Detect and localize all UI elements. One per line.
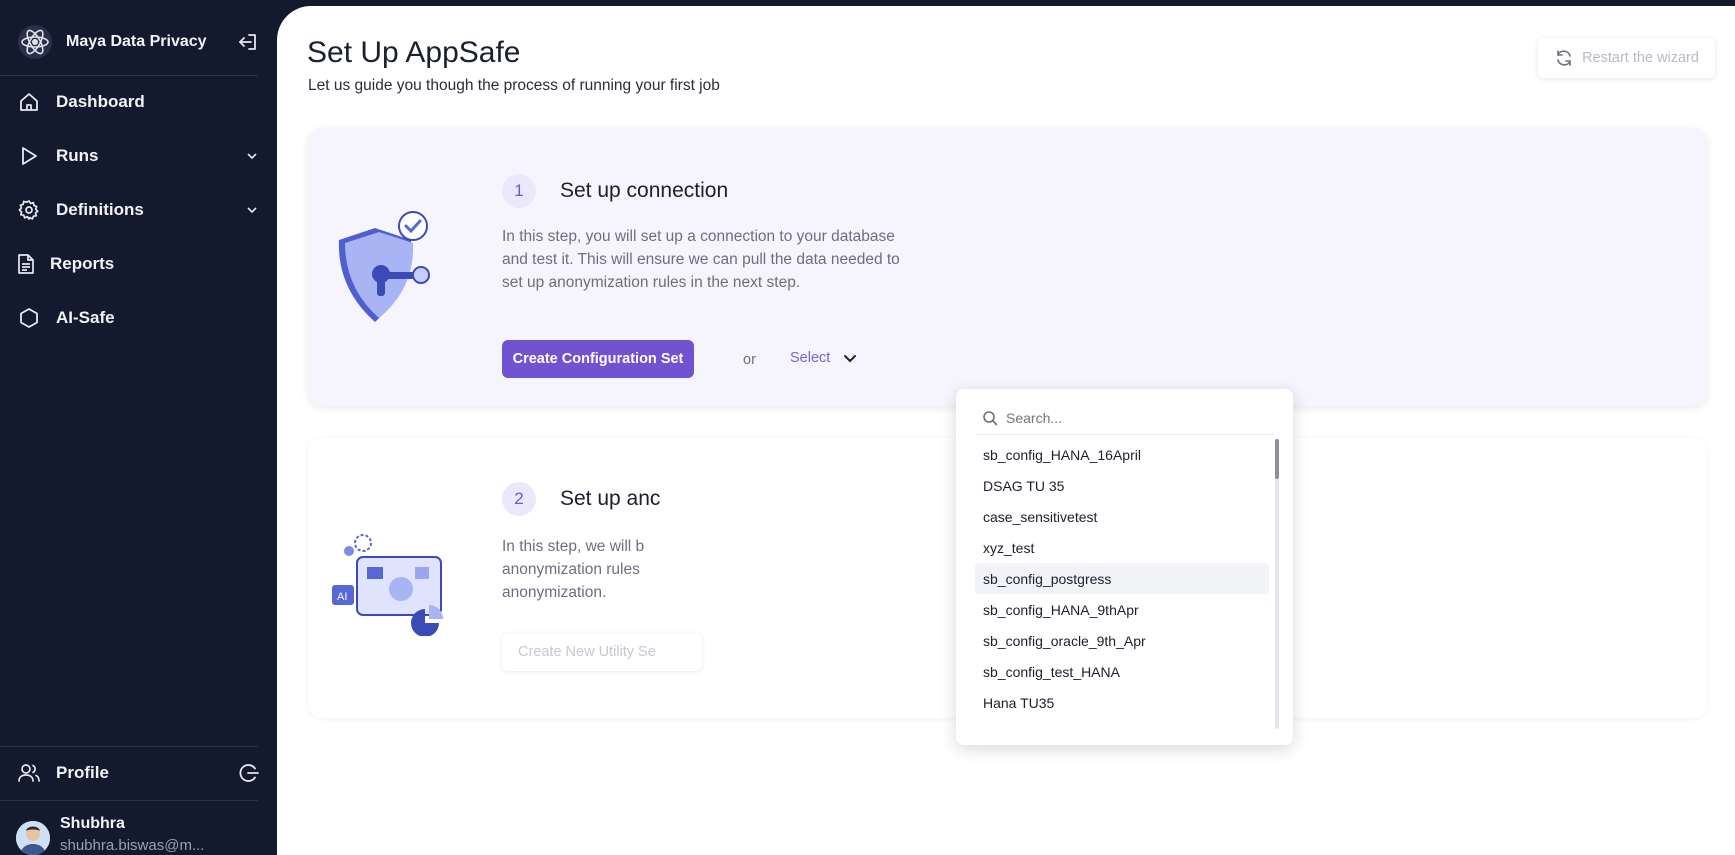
create-configuration-set-button[interactable]: Create Configuration Set	[502, 340, 694, 378]
avatar	[16, 821, 50, 855]
sidebar-item-dashboard[interactable]: Dashboard	[16, 82, 261, 122]
users-icon	[16, 760, 42, 786]
sidebar-divider	[0, 75, 258, 76]
sidebar-item-ai-safe[interactable]: AI-Safe	[16, 298, 261, 338]
restart-wizard-label: Restart the wizard	[1582, 50, 1699, 66]
dropdown-option[interactable]: Hana TU35	[975, 687, 1269, 718]
step-title-2: Set up anc	[560, 487, 661, 510]
dropdown-option[interactable]: sb_config_test_HANA	[975, 656, 1269, 687]
dropdown-search-input[interactable]	[1006, 409, 1246, 426]
sidebar-item-definitions[interactable]: Definitions	[16, 190, 261, 230]
sidebar: Maya Data Privacy Dashboard Runs Definit…	[0, 0, 277, 855]
sidebar-item-runs[interactable]: Runs	[16, 136, 261, 176]
dropdown-option[interactable]: sb_config_oracle_9th_Apr	[975, 625, 1269, 656]
search-icon	[983, 410, 998, 425]
sidebar-divider	[0, 746, 258, 747]
dropdown-search	[976, 401, 1274, 435]
ai-dashboard-illustration: AI	[332, 534, 443, 636]
sidebar-item-label: Runs	[56, 146, 99, 165]
chevron-down-icon	[844, 355, 857, 363]
dropdown-option[interactable]: sb_config_HANA_16April	[975, 439, 1269, 470]
sidebar-item-label: Reports	[50, 254, 115, 273]
user-email: shubhra.biswas@m...	[60, 837, 205, 854]
dropdown-options-list: sb_config_HANA_16April DSAG TU 35 case_s…	[975, 439, 1269, 718]
main-content: Set Up AppSafe Let us guide you though t…	[277, 6, 1735, 855]
sidebar-item-label: AI-Safe	[56, 308, 115, 327]
page-subtitle: Let us guide you though the process of r…	[308, 77, 720, 94]
chevron-down-icon[interactable]	[243, 147, 261, 165]
step-number-1: 1	[502, 174, 536, 208]
refresh-icon	[1557, 50, 1571, 66]
gear-icon	[16, 197, 42, 223]
brand: Maya Data Privacy	[16, 22, 261, 62]
collapse-sidebar-icon[interactable]	[235, 29, 261, 55]
configuration-dropdown-menu: sb_config_HANA_16April DSAG TU 35 case_s…	[956, 389, 1293, 745]
logout-icon[interactable]	[237, 761, 261, 785]
create-new-utility-set-button[interactable]: Create New Utility Se	[502, 633, 702, 671]
dropdown-option[interactable]: case_sensitivetest	[975, 501, 1269, 532]
user-name: Shubhra	[60, 815, 125, 832]
step-number-2: 2	[502, 482, 536, 516]
sidebar-item-label: Definitions	[56, 200, 144, 219]
or-separator: or	[743, 352, 756, 368]
page-title: Set Up AppSafe	[307, 36, 521, 69]
home-icon	[16, 89, 42, 115]
sidebar-item-reports[interactable]: Reports	[16, 244, 261, 284]
atom-logo-icon	[18, 25, 52, 59]
dropdown-scrollbar-track[interactable]	[1275, 439, 1279, 729]
step-description-1: In this step, you will set up a connecti…	[502, 228, 900, 291]
step-title-1: Set up connection	[560, 179, 729, 202]
dropdown-option[interactable]: xyz_test	[975, 532, 1269, 563]
user-block[interactable]: Shubhra shubhra.biswas@m...	[16, 815, 261, 855]
brand-name: Maya Data Privacy	[66, 33, 207, 50]
restart-wizard-button[interactable]: Restart the wizard	[1538, 38, 1715, 78]
sidebar-item-label: Profile	[56, 763, 109, 782]
dropdown-option[interactable]: sb_config_HANA_9thApr	[975, 594, 1269, 625]
sidebar-item-label: Dashboard	[56, 92, 145, 111]
dropdown-option[interactable]: DSAG TU 35	[975, 470, 1269, 501]
dropdown-option-highlighted[interactable]: sb_config_postgress	[975, 563, 1269, 594]
hexagon-icon	[16, 305, 42, 331]
chevron-down-icon[interactable]	[243, 201, 261, 219]
sidebar-divider	[0, 800, 258, 801]
dropdown-scrollbar-thumb[interactable]	[1275, 439, 1279, 479]
svg-text:AI: AI	[337, 591, 347, 603]
select-configuration-dropdown[interactable]: Select	[790, 350, 858, 366]
sidebar-item-profile[interactable]: Profile	[16, 753, 261, 793]
document-icon	[16, 251, 36, 277]
play-icon	[16, 143, 42, 169]
select-label: Select	[790, 350, 831, 366]
step-description-2: In this step, we will b anonymization ru…	[502, 538, 645, 601]
shield-key-illustration	[338, 211, 430, 322]
